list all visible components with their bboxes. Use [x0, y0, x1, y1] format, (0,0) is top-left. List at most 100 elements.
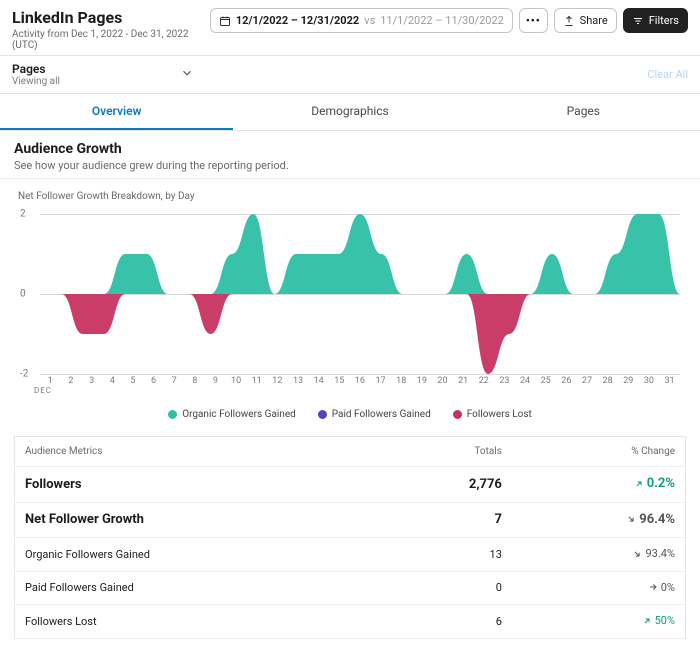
col-metric: Audience Metrics: [15, 437, 379, 467]
chart-legend: Organic Followers Gained Paid Followers …: [14, 395, 686, 430]
metric-total: 2,776: [379, 467, 512, 503]
filters-icon: [632, 15, 644, 27]
chart-x-tick: 13: [288, 376, 309, 386]
chart-y-tick: -2: [20, 369, 28, 380]
legend-dot-icon: [318, 410, 327, 419]
clear-all-button[interactable]: Clear All: [647, 68, 688, 81]
share-icon: [563, 15, 575, 27]
metric-total: 7: [379, 502, 512, 538]
table-row: Followers Lost650%: [15, 605, 686, 639]
chart-x-tick: 26: [556, 376, 577, 386]
col-totals: Totals: [379, 437, 512, 467]
chart-x-tick: 31: [659, 376, 680, 386]
tab-demographics[interactable]: Demographics: [233, 94, 466, 130]
table-row: Organic Followers Gained1393.4%: [15, 538, 686, 572]
tab-overview[interactable]: Overview: [0, 94, 233, 130]
page-header: LinkedIn Pages Activity from Dec 1, 2022…: [0, 0, 700, 55]
chart-x-tick: 11: [246, 376, 267, 386]
table-header-row: Audience Metrics Totals % Change: [15, 437, 686, 467]
chart-x-tick: 4: [102, 376, 123, 386]
legend-organic[interactable]: Organic Followers Gained: [168, 409, 296, 420]
chart-x-tick: 16: [350, 376, 371, 386]
header-title-block: LinkedIn Pages Activity from Dec 1, 2022…: [12, 8, 210, 51]
activity-range-label: Activity from Dec 1, 2022 - Dec 31, 2022…: [12, 29, 210, 51]
chart-title: Net Follower Growth Breakdown, by Day: [18, 191, 686, 202]
chart-x-tick: 2: [61, 376, 82, 386]
metric-change: 0%: [512, 571, 686, 605]
filters-button[interactable]: Filters: [623, 8, 688, 33]
share-button[interactable]: Share: [554, 8, 617, 33]
date-range-current: 12/1/2022 – 12/31/2022: [236, 14, 359, 27]
pages-dropdown-label: Pages: [12, 62, 60, 76]
metric-label: Net Follower Growth: [15, 502, 379, 538]
metric-change: 93.4%: [512, 538, 686, 572]
more-button[interactable]: •••: [519, 8, 548, 33]
pages-dropdown-sub: Viewing all: [12, 76, 60, 87]
chart-x-axis: 1234567891011121314151617181920212223242…: [40, 376, 680, 386]
metric-label: Followers Lost: [15, 605, 379, 639]
chart-y-tick: 0: [20, 289, 26, 300]
chart-series-area: [40, 214, 680, 294]
table-row: Followers2,7760.2%: [15, 467, 686, 503]
tab-pages[interactable]: Pages: [467, 94, 700, 130]
chart-x-tick: 17: [370, 376, 391, 386]
pages-dropdown[interactable]: Pages Viewing all: [12, 62, 194, 87]
metric-label: Organic Followers Gained: [15, 538, 379, 572]
metric-total: 0: [379, 571, 512, 605]
chart-x-tick: 15: [329, 376, 350, 386]
section-desc: See how your audience grew during the re…: [14, 159, 686, 172]
metric-total: 13: [379, 538, 512, 572]
chart-x-tick: 25: [535, 376, 556, 386]
chart-x-tick: 20: [432, 376, 453, 386]
chart-x-tick: 9: [205, 376, 226, 386]
chart-plot: -202: [40, 214, 680, 374]
metric-change: 50%: [512, 605, 686, 639]
legend-lost[interactable]: Followers Lost: [453, 409, 532, 420]
chart-svg: [40, 214, 680, 374]
chart-x-tick: 27: [577, 376, 598, 386]
table-row: Paid Followers Gained00%: [15, 571, 686, 605]
metric-label: Paid Followers Gained: [15, 571, 379, 605]
audience-metrics-table: Audience Metrics Totals % Change Followe…: [14, 436, 686, 639]
col-change: % Change: [512, 437, 686, 467]
date-range-vs: vs: [364, 14, 375, 27]
chart-x-tick: 22: [473, 376, 494, 386]
chart-x-tick: 24: [515, 376, 536, 386]
metric-total: 6: [379, 605, 512, 639]
header-actions: 12/1/2022 – 12/31/2022 vs 11/1/2022 – 11…: [210, 8, 688, 33]
legend-paid[interactable]: Paid Followers Gained: [318, 409, 431, 420]
chart-x-tick: 29: [618, 376, 639, 386]
filters-label: Filters: [649, 14, 679, 27]
chart-x-tick: 23: [494, 376, 515, 386]
audience-growth-section: Audience Growth See how your audience gr…: [0, 131, 700, 179]
chart-x-tick: 18: [391, 376, 412, 386]
calendar-icon: [219, 15, 231, 27]
chart-x-tick: 7: [164, 376, 185, 386]
chart-x-tick: 28: [597, 376, 618, 386]
chart-x-tick: 12: [267, 376, 288, 386]
date-range-compare: 11/1/2022 – 11/30/2022: [380, 14, 504, 27]
date-range-picker[interactable]: 12/1/2022 – 12/31/2022 vs 11/1/2022 – 11…: [210, 8, 513, 33]
share-label: Share: [580, 14, 608, 27]
chart-x-month: DEC: [34, 386, 686, 395]
page-title: LinkedIn Pages: [12, 8, 210, 27]
chart-x-tick: 8: [184, 376, 205, 386]
metric-label: Followers: [15, 467, 379, 503]
chart-x-tick: 6: [143, 376, 164, 386]
chart-x-tick: 5: [123, 376, 144, 386]
chart-x-tick: 30: [639, 376, 660, 386]
legend-dot-icon: [453, 410, 462, 419]
metric-change: 0.2%: [512, 467, 686, 503]
table-row: Net Follower Growth796.4%: [15, 502, 686, 538]
section-title: Audience Growth: [14, 141, 686, 157]
chart-x-tick: 10: [226, 376, 247, 386]
chart-x-tick: 21: [453, 376, 474, 386]
chart-x-tick: 19: [412, 376, 433, 386]
chart-x-tick: 3: [81, 376, 102, 386]
metric-change: 96.4%: [512, 502, 686, 538]
ellipsis-icon: •••: [526, 14, 541, 27]
chevron-down-icon: [180, 66, 194, 83]
pages-dropdown-text: Pages Viewing all: [12, 62, 60, 87]
pages-filter-bar: Pages Viewing all Clear All: [0, 55, 700, 94]
chart-x-tick: 14: [308, 376, 329, 386]
